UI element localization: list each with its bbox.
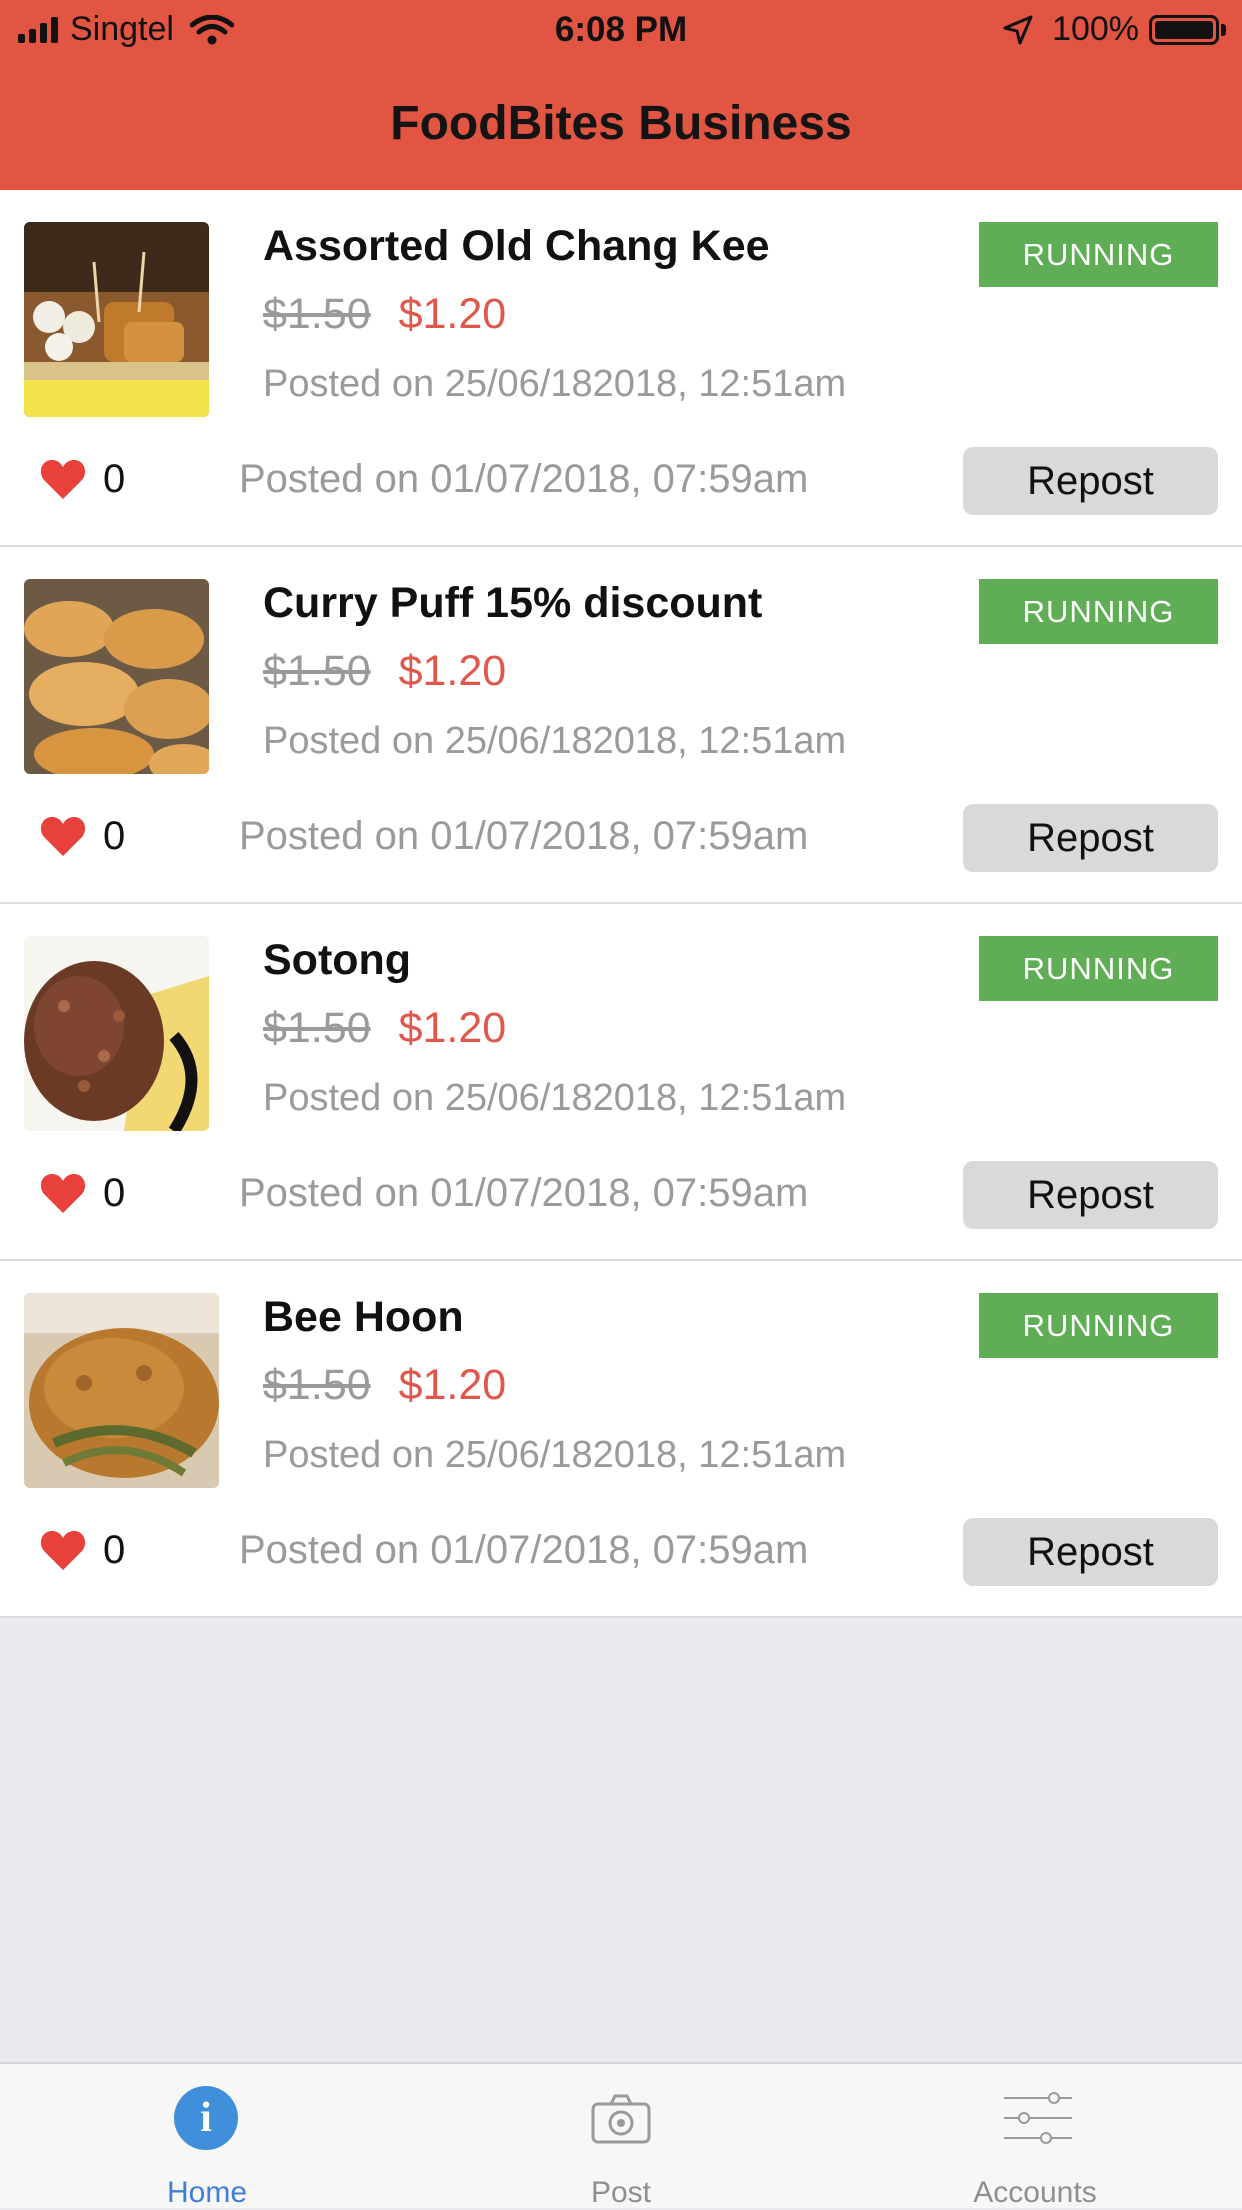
repost-date: Posted on 01/07/2018, 07:59am	[239, 1528, 809, 1572]
discounted-price: $1.20	[398, 290, 507, 338]
post-title: Curry Puff 15% discount	[263, 579, 763, 627]
like-count: 0	[103, 1528, 126, 1572]
status-badge: RUNNING	[979, 579, 1218, 644]
status-badge: RUNNING	[979, 222, 1218, 287]
discounted-price: $1.20	[398, 1361, 507, 1409]
status-bar: Singtel 6:08 PM 100%	[0, 0, 1242, 62]
food-photo	[24, 936, 209, 1131]
list-item[interactable]: Sotong $1.50 $1.20 Posted on 25/06/18201…	[0, 904, 1242, 1261]
discounted-price: $1.20	[398, 1004, 507, 1052]
repost-date: Posted on 01/07/2018, 07:59am	[239, 814, 809, 858]
tab-bar: i Home Post Accounts	[0, 2062, 1242, 2210]
app-header: Singtel 6:08 PM 100% FoodBites Business	[0, 0, 1242, 190]
status-badge: RUNNING	[979, 1293, 1218, 1358]
heart-icon[interactable]	[40, 1172, 86, 1214]
tab-accounts[interactable]: Accounts	[828, 2064, 1242, 2210]
posted-date: Posted on 25/06/182018, 12:51am	[263, 1434, 847, 1476]
price-row: $1.50 $1.20	[263, 1004, 506, 1053]
price-row: $1.50 $1.20	[263, 290, 506, 339]
list-item[interactable]: Curry Puff 15% discount $1.50 $1.20 Post…	[0, 547, 1242, 904]
repost-date: Posted on 01/07/2018, 07:59am	[239, 457, 809, 501]
status-right: 100%	[1002, 10, 1226, 49]
food-photo	[24, 579, 209, 774]
food-photo	[24, 1293, 219, 1488]
heart-icon[interactable]	[40, 1529, 86, 1571]
like-count: 0	[103, 1171, 126, 1215]
posted-date: Posted on 25/06/182018, 12:51am	[263, 363, 847, 405]
list-item[interactable]: Bee Hoon $1.50 $1.20 Posted on 25/06/182…	[0, 1261, 1242, 1618]
repost-button[interactable]: Repost	[963, 1518, 1218, 1586]
tab-home[interactable]: i Home	[0, 2064, 414, 2210]
battery-tip	[1221, 23, 1226, 36]
like-count: 0	[103, 814, 126, 858]
page-title: FoodBites Business	[390, 97, 852, 150]
post-title: Assorted Old Chang Kee	[263, 222, 770, 270]
battery-percentage: 100%	[1052, 10, 1139, 48]
sliders-icon	[1004, 2092, 1072, 2144]
price-row: $1.50 $1.20	[263, 647, 506, 696]
original-price: $1.50	[263, 647, 371, 695]
battery-icon	[1149, 14, 1219, 45]
heart-icon[interactable]	[40, 458, 86, 500]
post-list: Assorted Old Chang Kee $1.50 $1.20 Poste…	[0, 190, 1242, 1618]
original-price: $1.50	[263, 290, 371, 338]
status-badge: RUNNING	[979, 936, 1218, 1001]
post-title: Sotong	[263, 936, 412, 984]
list-item[interactable]: Assorted Old Chang Kee $1.50 $1.20 Poste…	[0, 190, 1242, 547]
repost-button[interactable]: Repost	[963, 447, 1218, 515]
camera-icon	[591, 2094, 651, 2144]
tab-label: Accounts	[973, 2176, 1097, 2209]
post-title: Bee Hoon	[263, 1293, 464, 1341]
posted-date: Posted on 25/06/182018, 12:51am	[263, 1077, 847, 1119]
tab-post[interactable]: Post	[414, 2064, 828, 2210]
repost-button[interactable]: Repost	[963, 804, 1218, 872]
repost-date: Posted on 01/07/2018, 07:59am	[239, 1171, 809, 1215]
original-price: $1.50	[263, 1004, 371, 1052]
info-icon: i	[174, 2086, 238, 2150]
original-price: $1.50	[263, 1361, 371, 1409]
posted-date: Posted on 25/06/182018, 12:51am	[263, 720, 847, 762]
discounted-price: $1.20	[398, 647, 507, 695]
tab-label: Post	[590, 2176, 652, 2209]
location-arrow-icon	[1003, 15, 1033, 44]
like-count: 0	[103, 457, 126, 501]
tab-label: Home	[166, 2176, 248, 2209]
repost-button[interactable]: Repost	[963, 1161, 1218, 1229]
price-row: $1.50 $1.20	[263, 1361, 506, 1410]
heart-icon[interactable]	[40, 815, 86, 857]
food-photo	[24, 222, 209, 417]
